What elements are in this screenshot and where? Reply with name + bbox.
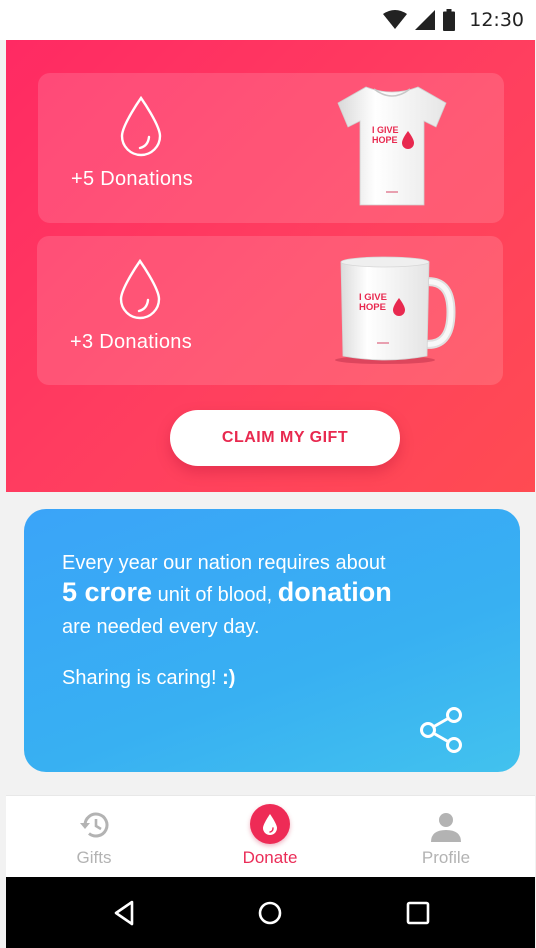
svg-text:HOPE: HOPE (372, 135, 398, 145)
info-text-line: Sharing is caring! :) (62, 667, 235, 690)
donation-count-label: +5 Donations (71, 168, 194, 190)
tshirt-image: I GIVE HOPE (337, 86, 447, 206)
blood-drop-icon (119, 258, 161, 320)
home-icon[interactable] (256, 899, 284, 927)
info-highlight: 5 crore (62, 577, 153, 607)
gifts-hero: +5 Donations I GIVE HOPE +3 Donations I … (6, 40, 535, 492)
history-icon (80, 812, 109, 838)
nav-label-profile: Profile (421, 848, 471, 867)
donate-active-circle (250, 804, 290, 844)
back-icon[interactable] (110, 899, 138, 927)
info-smiley: :) (222, 667, 236, 689)
nav-label-donate: Donate (242, 848, 298, 867)
claim-gift-button[interactable]: CLAIM MY GIFT (170, 410, 400, 466)
gift-card-mug[interactable]: +3 Donations I GIVE HOPE (37, 236, 503, 385)
nav-label-gifts: Gifts (76, 848, 112, 867)
nav-item-gifts[interactable]: Gifts (6, 796, 182, 878)
bottom-navigation: Gifts Donate Profile (6, 795, 535, 877)
info-text-line: Every year our nation requires about (62, 552, 386, 574)
wifi-icon (383, 10, 408, 29)
signal-icon (415, 10, 436, 30)
info-text-line: are needed every day. (62, 616, 260, 638)
info-text: unit of blood, (157, 584, 273, 606)
person-icon (431, 813, 461, 842)
blood-info-card: Every year our nation requires about 5 c… (24, 509, 520, 772)
status-bar: 12:30 (0, 0, 536, 40)
status-time: 12:30 (469, 9, 524, 31)
svg-text:I GIVE: I GIVE (372, 125, 399, 135)
blood-drop-icon (120, 95, 162, 157)
system-navigation-bar (6, 877, 535, 948)
donation-count-label: +3 Donations (70, 331, 193, 353)
mug-image: I GIVE HOPE (335, 256, 456, 364)
info-text: Sharing is caring! (62, 667, 217, 689)
share-icon[interactable] (418, 705, 466, 755)
info-highlight: donation (277, 577, 392, 607)
gift-card-tshirt[interactable]: +5 Donations I GIVE HOPE (38, 73, 504, 223)
nav-item-profile[interactable]: Profile (358, 796, 534, 878)
battery-icon (443, 9, 456, 31)
info-text-line: 5 crore unit of blood, donation (62, 577, 392, 608)
recent-apps-icon[interactable] (404, 899, 432, 927)
phone-screen: 12:30 +5 Donations I GIVE HOPE +3 Donati… (0, 0, 536, 948)
nav-item-donate[interactable]: Donate (182, 796, 358, 878)
svg-text:HOPE: HOPE (359, 302, 386, 313)
blood-drop-icon (263, 814, 277, 835)
